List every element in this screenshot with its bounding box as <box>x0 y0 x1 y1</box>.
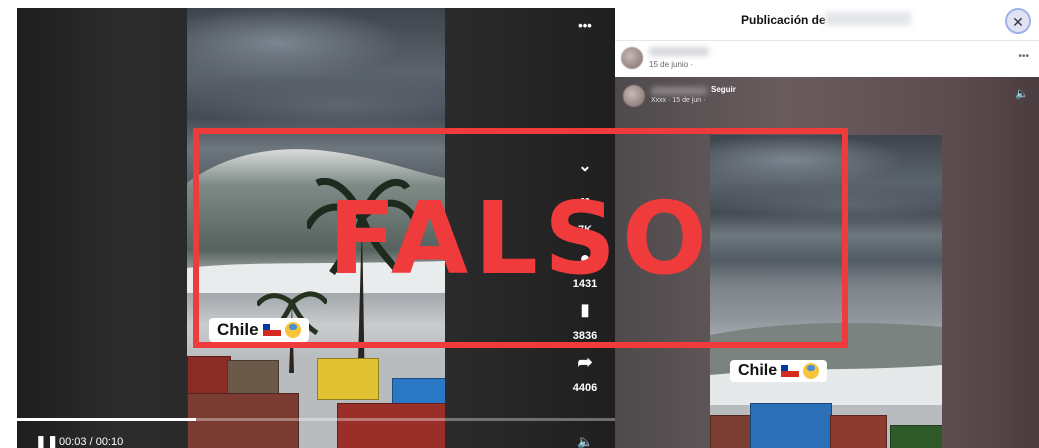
post-menu-icon[interactable]: ••• <box>1018 51 1029 62</box>
location-tag: Chile <box>730 360 828 382</box>
share-icon[interactable]: ➦ <box>565 352 605 373</box>
chile-flag-icon <box>781 365 800 377</box>
progress-bar[interactable] <box>17 418 615 421</box>
location-tag-label: Chile <box>738 362 778 379</box>
house <box>187 356 231 398</box>
video-blur-left <box>17 8 187 448</box>
hedge <box>890 425 942 448</box>
fact-check-frame: FALSO <box>193 128 848 348</box>
share-count: 4406 <box>572 382 598 394</box>
avatar[interactable] <box>621 47 643 69</box>
house <box>830 415 887 448</box>
house <box>337 403 445 448</box>
dialog-title: Publicación de <box>741 13 826 27</box>
progress-fill <box>17 418 197 421</box>
mute-icon[interactable]: 🔈 <box>1015 87 1029 100</box>
blurred-embedded-name <box>651 87 707 95</box>
post-author-row: 15 de junio · ••• <box>615 41 1039 77</box>
falso-label: FALSO <box>328 180 713 297</box>
more-options-icon[interactable]: ••• <box>565 18 605 33</box>
blurred-author-name[interactable] <box>649 47 709 56</box>
pause-icon[interactable]: ❚❚ <box>35 434 58 448</box>
embedded-date: Xxxx · 15 de jun · <box>651 97 706 104</box>
follow-link[interactable]: Seguir <box>711 85 736 94</box>
volume-icon[interactable]: 🔈 <box>577 434 593 448</box>
house <box>750 403 832 448</box>
blurred-author-name <box>825 12 911 26</box>
post-dialog-header: Publicación de ✕ <box>615 0 1039 41</box>
scared-face-icon <box>803 363 820 379</box>
house <box>710 415 752 448</box>
house <box>317 358 379 400</box>
close-button[interactable]: ✕ <box>1005 8 1031 34</box>
time-display: 00:03 / 00:10 <box>59 436 124 448</box>
embedded-avatar <box>623 85 645 107</box>
post-date[interactable]: 15 de junio · <box>649 60 693 69</box>
